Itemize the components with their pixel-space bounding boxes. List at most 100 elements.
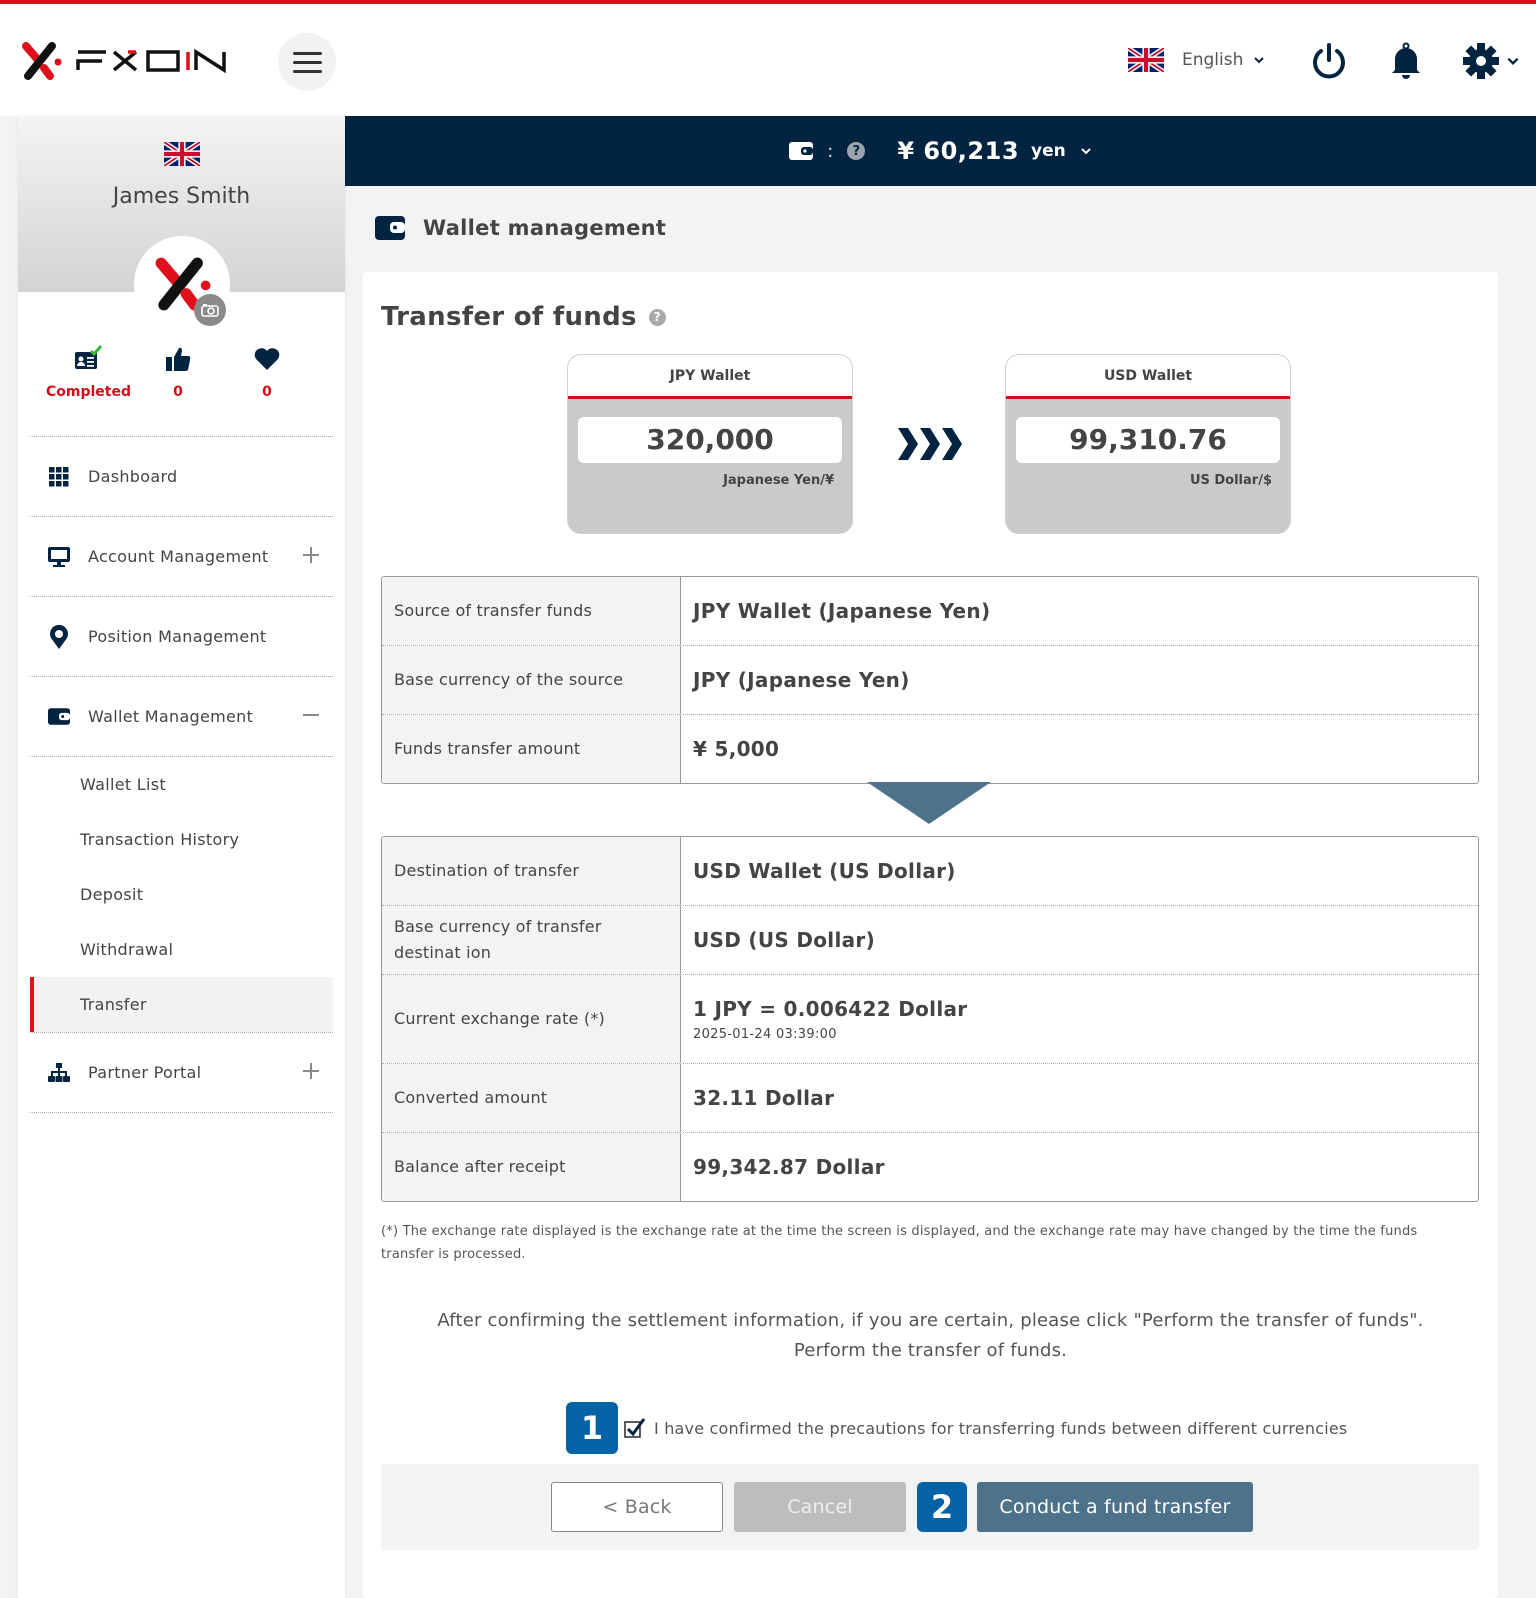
precautions-checkbox[interactable] xyxy=(624,1417,646,1439)
precautions-checkbox-label[interactable]: I have confirmed the precautions for tra… xyxy=(654,1419,1347,1438)
source-wallet-currency: Japanese Yen/¥ xyxy=(723,473,834,488)
exchange-rate-footnote: (*) The exchange rate displayed is the e… xyxy=(381,1224,1418,1262)
bell-icon[interactable] xyxy=(1387,42,1425,80)
sidebar-item-position-management[interactable]: Position Management xyxy=(30,596,333,676)
wallet-submenu: Wallet List Transaction History Deposit … xyxy=(30,756,333,1032)
source-wallet-name: JPY Wallet xyxy=(568,355,852,399)
destination-wallet-value: USD Wallet (US Dollar) xyxy=(693,859,956,883)
help-icon[interactable]: ? xyxy=(648,308,666,326)
sidebar-item-label: Account Management xyxy=(88,547,269,566)
chevron-down-icon xyxy=(1507,57,1519,65)
exchange-rate-timestamp: 2025-01-24 03:39:00 xyxy=(693,1026,837,1042)
confirmation-line-2: Perform the transfer of funds. xyxy=(793,1340,1068,1361)
row-value: JPY Wallet (Japanese Yen) xyxy=(681,577,1478,645)
row-value: JPY (Japanese Yen) xyxy=(681,646,1478,714)
exchange-rate-value: 1 JPY = 0.006422 Dollar xyxy=(693,996,968,1021)
card-title: Transfer of funds ? xyxy=(381,302,666,332)
verification-value: Completed xyxy=(46,384,132,400)
chevron-down-icon xyxy=(1081,148,1091,155)
sidebar-item-partner-portal[interactable]: Partner Portal xyxy=(30,1032,333,1112)
table-row: Source of transfer funds JPY Wallet (Jap… xyxy=(382,577,1478,645)
action-bar: < Back Cancel 2 Conduct a fund transfer xyxy=(381,1464,1479,1550)
transfer-amount-value: ¥ 5,000 xyxy=(693,737,780,761)
table-row: Destination of transfer USD Wallet (US D… xyxy=(382,837,1478,905)
row-label: Base currency of transfer destinat ion xyxy=(382,906,681,974)
row-value: USD Wallet (US Dollar) xyxy=(681,837,1478,905)
page-title: Wallet management xyxy=(423,216,667,240)
map-pin-icon xyxy=(48,624,70,649)
sidebar-item-label: Wallet Management xyxy=(88,707,254,726)
confirmation-line-1: After confirming the settlement informat… xyxy=(437,1310,1424,1331)
sidebar-subitem-withdrawal[interactable]: Withdrawal xyxy=(30,922,333,977)
table-row: Base currency of the source JPY (Japanes… xyxy=(382,645,1478,714)
precautions-checkbox-row: 1 I have confirmed the precautions for t… xyxy=(566,1402,1347,1454)
converted-amount-value: 32.11 Dollar xyxy=(693,1086,835,1110)
change-photo-button[interactable] xyxy=(194,294,226,326)
table-row: Balance after receipt 99,342.87 Dollar xyxy=(382,1132,1478,1201)
language-selector[interactable]: English xyxy=(1128,48,1265,72)
plus-icon[interactable] xyxy=(301,545,321,565)
destination-wallet-name: USD Wallet xyxy=(1006,355,1290,399)
sidebar-nav: Dashboard Account Management Position Ma… xyxy=(30,436,333,1113)
sidebar-item-label: Position Management xyxy=(88,627,267,646)
likes-stat[interactable]: 0 xyxy=(158,344,198,400)
thumbs-up-icon xyxy=(166,347,191,371)
plus-icon[interactable] xyxy=(301,1061,321,1081)
fxon-wordmark-icon xyxy=(76,48,226,74)
back-button[interactable]: < Back xyxy=(551,1482,723,1532)
favorites-stat[interactable]: 0 xyxy=(247,344,287,400)
minus-icon[interactable] xyxy=(301,705,321,725)
cancel-button[interactable]: Cancel xyxy=(734,1482,906,1532)
sidebar-item-dashboard[interactable]: Dashboard xyxy=(30,436,333,516)
heart-icon xyxy=(254,348,280,370)
row-label: Base currency of the source xyxy=(382,646,681,714)
sidebar-item-account-management[interactable]: Account Management xyxy=(30,516,333,596)
balance-dropdown[interactable]: ¥ 60,213 yen xyxy=(897,137,1091,165)
card-title-text: Transfer of funds xyxy=(381,302,637,332)
power-icon[interactable] xyxy=(1310,42,1348,80)
conduct-transfer-button[interactable]: Conduct a fund transfer xyxy=(977,1482,1253,1532)
sidebar-subitem-transaction-history[interactable]: Transaction History xyxy=(30,812,333,867)
chevron-down-icon xyxy=(1254,57,1265,64)
balance-unit: yen xyxy=(1031,141,1066,161)
sidebar-subitem-transfer[interactable]: Transfer xyxy=(30,977,333,1032)
grid-icon xyxy=(48,466,70,488)
source-currency-value: JPY (Japanese Yen) xyxy=(693,668,910,692)
page-header: Wallet management xyxy=(375,216,666,240)
row-label: Balance after receipt xyxy=(382,1133,681,1201)
transfer-card: Transfer of funds ? JPY Wallet 320,000 J… xyxy=(363,272,1498,1598)
row-value: 32.11 Dollar xyxy=(681,1064,1478,1132)
source-wallet-box: JPY Wallet 320,000 Japanese Yen/¥ xyxy=(567,354,853,534)
uk-flag-icon xyxy=(1128,48,1164,72)
sidebar-subitem-deposit[interactable]: Deposit xyxy=(30,867,333,922)
sitemap-icon xyxy=(48,1062,70,1084)
menu-button[interactable] xyxy=(278,33,336,91)
step-badge-1: 1 xyxy=(566,1402,618,1454)
row-label: Converted amount xyxy=(382,1064,681,1132)
top-header: English xyxy=(0,0,1536,116)
sidebar-item-label: Dashboard xyxy=(88,467,178,486)
gear-icon xyxy=(1463,43,1499,79)
id-card-check-icon xyxy=(75,345,103,369)
sidebar-subitem-wallet-list[interactable]: Wallet List xyxy=(30,757,333,812)
help-icon[interactable]: ? xyxy=(847,142,866,160)
destination-details-table: Destination of transfer USD Wallet (US D… xyxy=(381,836,1479,1202)
menu-icon xyxy=(292,49,322,76)
destination-wallet-box: USD Wallet 99,310.76 US Dollar/$ xyxy=(1005,354,1291,534)
settings-menu[interactable] xyxy=(1462,42,1520,80)
row-value: 1 JPY = 0.006422 Dollar 2025-01-24 03:39… xyxy=(681,975,1478,1063)
table-row: Base currency of transfer destinat ion U… xyxy=(382,905,1478,974)
wallet-icon xyxy=(375,216,405,240)
uk-flag-icon xyxy=(163,142,200,166)
row-label: Destination of transfer xyxy=(382,837,681,905)
divider xyxy=(30,1112,333,1113)
fxon-logo[interactable] xyxy=(18,38,238,84)
verification-status[interactable]: Completed xyxy=(46,344,132,400)
sidebar-item-wallet-management[interactable]: Wallet Management xyxy=(30,676,333,756)
table-row: Funds transfer amount ¥ 5,000 xyxy=(382,714,1478,783)
row-label: Source of transfer funds xyxy=(382,577,681,645)
row-value: USD (US Dollar) xyxy=(681,906,1478,974)
step-badge-2: 2 xyxy=(917,1482,967,1532)
balance-bar: : ? ¥ 60,213 yen xyxy=(345,116,1536,186)
wallet-icon xyxy=(48,706,70,728)
